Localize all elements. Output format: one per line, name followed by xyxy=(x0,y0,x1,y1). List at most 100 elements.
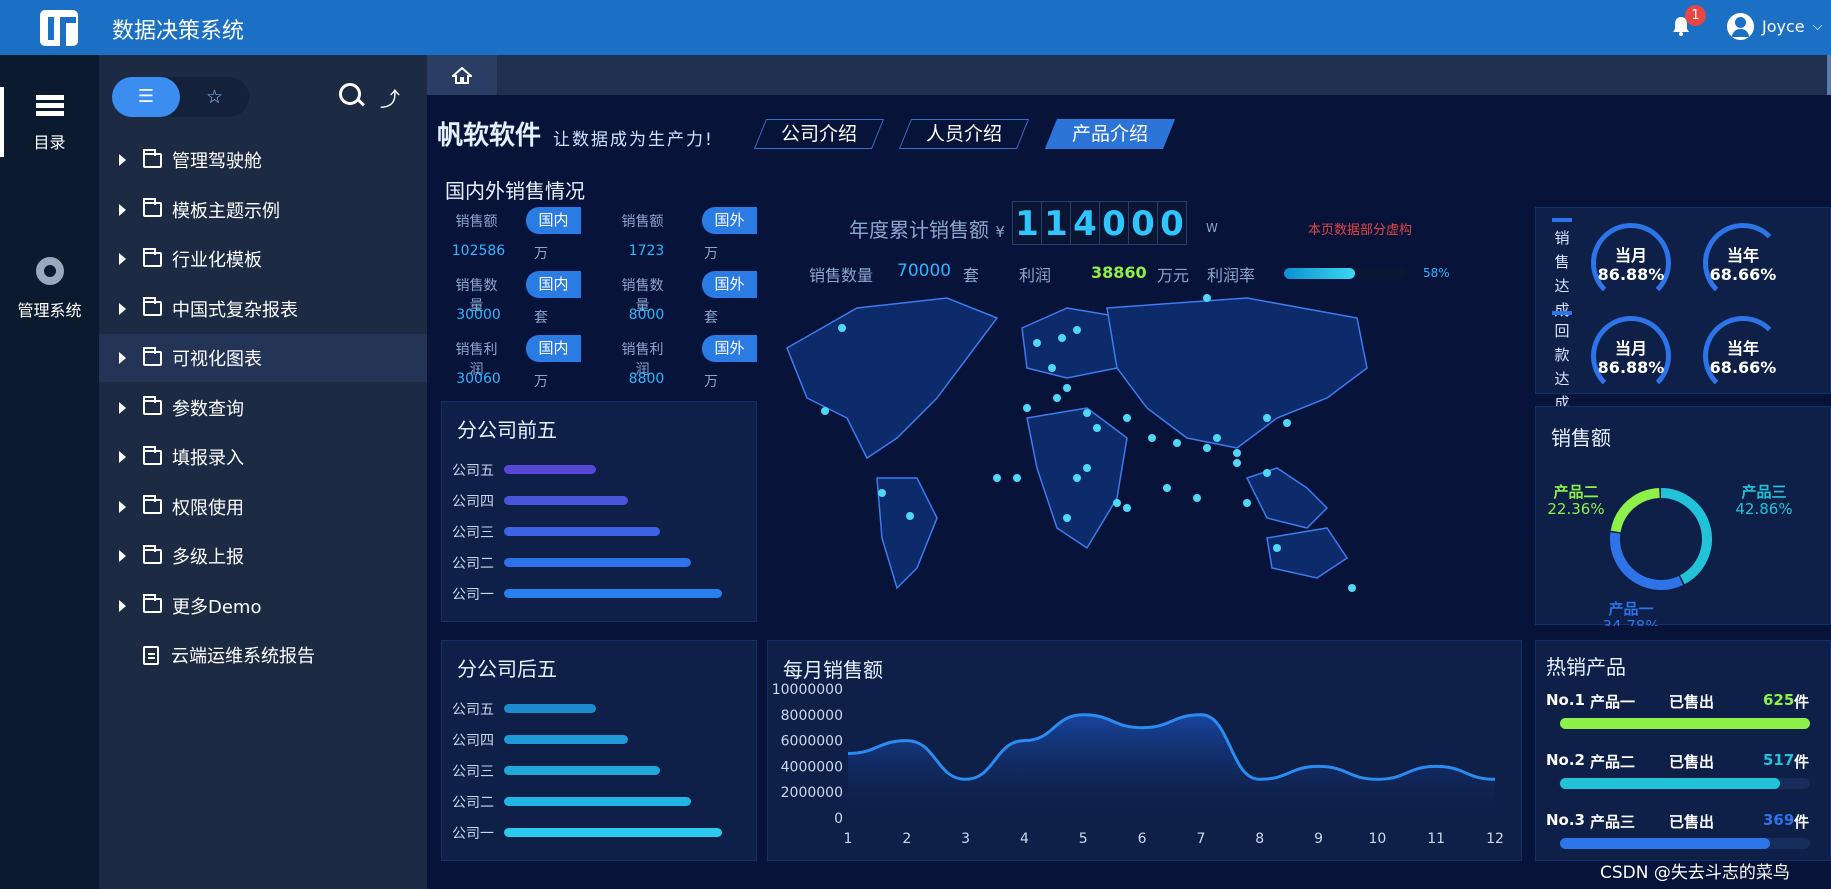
tab-home[interactable] xyxy=(427,55,497,95)
caret-right-icon[interactable] xyxy=(119,302,126,315)
caret-right-icon[interactable] xyxy=(119,599,126,612)
x-tick-label: 6 xyxy=(1138,831,1147,847)
folder-icon xyxy=(143,594,162,613)
tree-item-label: 多级上报 xyxy=(172,547,244,568)
tree-item[interactable]: 参数查询 xyxy=(99,384,427,432)
map-point xyxy=(1348,584,1356,592)
brand-slogan: 让数据成为生产力! xyxy=(553,130,714,150)
user-name: Joyce xyxy=(1762,17,1805,36)
abroad-value: 8000 xyxy=(628,307,665,323)
caret-right-icon[interactable] xyxy=(119,203,126,216)
bar xyxy=(504,527,661,536)
abroad-unit: 套 xyxy=(704,310,718,326)
bar xyxy=(504,558,692,567)
map-point xyxy=(1033,339,1041,347)
caret-right-icon[interactable] xyxy=(119,401,126,414)
caret-right-icon[interactable] xyxy=(119,352,126,364)
tree-item[interactable]: 更多Demo xyxy=(99,582,427,630)
area-fill xyxy=(848,714,1495,818)
rail-item-admin[interactable]: 管理系统 xyxy=(0,257,99,321)
top5-title: 分公司前五 xyxy=(457,418,557,442)
x-tick-label: 12 xyxy=(1486,831,1504,847)
map-point xyxy=(1023,404,1031,412)
hot-sold-label: 已售出 xyxy=(1669,813,1715,831)
monthly-panel: 每月销售额 0 2000000 4000000 6000000 8000000 10000… xyxy=(767,640,1522,861)
caret-right-icon[interactable] xyxy=(119,253,126,265)
user-menu[interactable]: Joyce ⌵ xyxy=(1727,13,1822,40)
hot-sold-label: 已售出 xyxy=(1669,693,1715,711)
tab-people[interactable]: 人员介绍 xyxy=(898,119,1030,149)
abroad-tag[interactable]: 国外 xyxy=(702,335,757,362)
tree-item[interactable]: 管理驾驶舱 xyxy=(99,136,427,184)
ring-value: 86.88% xyxy=(1597,358,1665,377)
gear-icon xyxy=(35,257,64,285)
x-tick-label: 1 xyxy=(844,831,853,847)
abroad-tag[interactable]: 国外 xyxy=(702,271,757,298)
donut-category-label: 产品二 xyxy=(1553,483,1598,501)
hot-unit: 件 xyxy=(1794,753,1810,771)
tree-item[interactable]: 可视化图表 xyxy=(99,334,427,382)
domestic-tag[interactable]: 国内 xyxy=(526,271,581,298)
bar-label: 公司一 xyxy=(452,826,494,842)
tree-item[interactable]: 云端运维系统报告 xyxy=(99,631,427,679)
bar-label: 公司五 xyxy=(452,702,494,718)
caret-right-icon[interactable] xyxy=(119,550,126,562)
ring-value: 68.66% xyxy=(1709,358,1777,377)
margin-label: 利润率 xyxy=(1207,266,1256,285)
y-tick-label: 10000000 xyxy=(772,682,843,698)
folder-icon xyxy=(143,297,162,316)
tree-item-label: 云端运维系统报告 xyxy=(171,646,315,667)
app-logo[interactable] xyxy=(40,10,78,46)
caret-right-icon[interactable] xyxy=(119,500,126,513)
domestic-tag[interactable]: 国内 xyxy=(526,335,581,362)
domestic-tag[interactable]: 国内 xyxy=(526,207,581,234)
favorites-button[interactable]: ☆ xyxy=(180,77,249,117)
map-point xyxy=(906,512,914,520)
hot-bar-fill xyxy=(1560,778,1780,789)
caret-right-icon[interactable] xyxy=(119,451,126,463)
x-tick-label: 10 xyxy=(1368,831,1386,847)
tree-item[interactable]: 多级上报 xyxy=(99,532,427,580)
abroad-tag[interactable]: 国外 xyxy=(702,207,757,234)
map-point xyxy=(1213,434,1221,442)
tree-item[interactable]: 中国式复杂报表 xyxy=(99,285,427,333)
chevron-down-icon: ⌵ xyxy=(1812,19,1823,34)
x-tick-label: 11 xyxy=(1427,831,1445,847)
x-tick-label: 4 xyxy=(1020,831,1029,847)
tree-item[interactable]: 模板主题示例 xyxy=(99,186,427,234)
qty-unit: 套 xyxy=(963,266,980,285)
list-view-button[interactable]: ☰ xyxy=(112,77,180,117)
list-icon xyxy=(35,95,64,117)
tab-company[interactable]: 公司介绍 xyxy=(753,119,885,149)
search-icon[interactable] xyxy=(339,83,361,105)
margin-bar xyxy=(1284,268,1407,279)
target-accent xyxy=(1552,218,1572,222)
donut-slice xyxy=(1660,488,1712,585)
rail-item-label: 目录 xyxy=(33,133,66,152)
sales-donut: 产品一34.78% 产品二22.36% 产品三42.86% xyxy=(1547,483,1792,626)
caret-right-icon[interactable] xyxy=(119,154,126,166)
tree-item[interactable]: 填报录入 xyxy=(99,433,427,481)
tab-product[interactable]: 产品介绍 xyxy=(1044,119,1176,149)
scrollbar[interactable] xyxy=(1827,55,1831,95)
top-bar: 数据决策系统 1 Joyce ⌵ xyxy=(0,0,1831,55)
map-point xyxy=(1233,459,1241,467)
land-shape xyxy=(1245,467,1329,529)
land-shape xyxy=(786,297,999,460)
notification-badge: 1 xyxy=(1685,5,1706,26)
map-point xyxy=(878,489,886,497)
tab-bar xyxy=(427,55,1831,95)
x-tick-label: 5 xyxy=(1079,831,1088,847)
tree-item[interactable]: 权限使用 xyxy=(99,483,427,531)
domestic-value: 30000 xyxy=(456,307,501,323)
tree-item[interactable]: 行业化模板 xyxy=(99,235,427,283)
map-point xyxy=(1058,334,1066,342)
map-point xyxy=(1083,409,1091,417)
rail-item-catalog[interactable]: 目录 xyxy=(0,87,99,157)
bar-label: 公司二 xyxy=(452,556,494,572)
map-point xyxy=(1063,384,1071,392)
hot-unit: 件 xyxy=(1794,693,1810,711)
hot-rank: No.1 xyxy=(1546,691,1585,709)
pin-icon[interactable]: ⤴ xyxy=(380,83,404,111)
bottom5-panel: 分公司后五 公司五 公司四 公司三 公司二 公司一 xyxy=(441,640,757,861)
